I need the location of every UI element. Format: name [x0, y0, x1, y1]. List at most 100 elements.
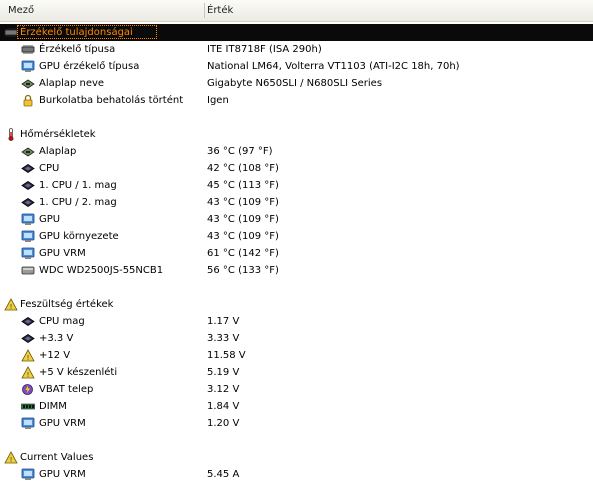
gpu-icon	[21, 60, 35, 73]
list-item[interactable]: DIMM 1.84 V	[0, 398, 593, 415]
section-header[interactable]: Hőmérsékletek	[0, 126, 593, 143]
cpu-icon	[21, 196, 35, 209]
section-title: Current Values	[20, 452, 94, 463]
item-label: 1. CPU / 1. mag	[39, 180, 117, 191]
list-item[interactable]: Alaplap neve Gigabyte N650SLI / N680SLI S…	[0, 75, 593, 92]
sensor-icon	[21, 43, 35, 56]
section-header[interactable]: ! Feszültség értékek	[0, 296, 593, 313]
section-title: Feszültség értékek	[20, 299, 114, 310]
motherboard-icon	[21, 145, 35, 158]
item-label: Érzékelő típusa	[39, 44, 116, 55]
list-item[interactable]: GPU környezete 43 °C (109 °F)	[0, 228, 593, 245]
item-label: Burkolatba behatolás történt	[39, 95, 184, 106]
list-item[interactable]: WDC WD2500JS-55NCB1 56 °C (133 °F)	[0, 262, 593, 279]
item-value: 43 °C (109 °F)	[207, 197, 279, 208]
item-label: +12 V	[39, 350, 71, 361]
lock-icon	[21, 94, 35, 107]
voltage-icon: !	[21, 349, 35, 362]
item-value: 56 °C (133 °F)	[207, 265, 279, 276]
list-item[interactable]: GPU 43 °C (109 °F)	[0, 211, 593, 228]
item-label: 1. CPU / 2. mag	[39, 197, 117, 208]
section-header[interactable]: ! Current Values	[0, 449, 593, 466]
gpu-icon	[21, 213, 35, 226]
item-label: GPU VRM	[39, 418, 86, 429]
hdd-icon	[21, 264, 35, 277]
item-label: +5 V készenléti	[39, 367, 118, 378]
item-value: 42 °C (108 °F)	[207, 163, 279, 174]
item-value: 45 °C (113 °F)	[207, 180, 279, 191]
current-icon: !	[4, 451, 18, 464]
item-value: 1.84 V	[207, 401, 240, 412]
cpu-icon	[21, 315, 35, 328]
list-item[interactable]: GPU VRM 1.20 V	[0, 415, 593, 432]
thermometer-icon	[4, 128, 18, 142]
list-item[interactable]: GPU VRM 61 °C (142 °F)	[0, 245, 593, 262]
list-item[interactable]: ! +5 V készenléti 5.19 V	[0, 364, 593, 381]
item-value: 11.58 V	[207, 350, 246, 361]
sensor-icon	[4, 26, 18, 39]
item-value: 1.17 V	[207, 316, 240, 327]
item-value: 61 °C (142 °F)	[207, 248, 279, 259]
item-label: +3.3 V	[39, 333, 74, 344]
list-item[interactable]: VBAT telep 3.12 V	[0, 381, 593, 398]
item-label: GPU VRM	[39, 248, 86, 259]
item-value: 43 °C (109 °F)	[207, 214, 279, 225]
item-label: DIMM	[39, 401, 67, 412]
column-header: Mező Érték	[0, 0, 593, 22]
battery-icon	[21, 383, 35, 396]
gpu-icon	[21, 230, 35, 243]
item-value: 3.12 V	[207, 384, 240, 395]
motherboard-icon	[21, 77, 35, 90]
list-item[interactable]: Érzékelő típusa ITE IT8718F (ISA 290h)	[0, 41, 593, 58]
item-label: CPU	[39, 163, 60, 174]
list-item[interactable]: GPU érzékelő típusa National LM64, Volter…	[0, 58, 593, 75]
item-label: GPU környezete	[39, 231, 119, 242]
cpu-icon	[21, 332, 35, 345]
list-item[interactable]: GPU VRM 5.45 A	[0, 466, 593, 483]
voltage-icon: !	[21, 366, 35, 379]
list-item[interactable]: Burkolatba behatolás történt Igen	[0, 92, 593, 109]
item-value: 36 °C (97 °F)	[207, 146, 273, 157]
item-value: 43 °C (109 °F)	[207, 231, 279, 242]
column-divider[interactable]	[204, 3, 205, 18]
list-item[interactable]: ! +12 V 11.58 V	[0, 347, 593, 364]
list-item[interactable]: CPU mag 1.17 V	[0, 313, 593, 330]
item-label: VBAT telep	[39, 384, 94, 395]
item-value: 5.45 A	[207, 469, 240, 480]
list-item[interactable]: CPU 42 °C (108 °F)	[0, 160, 593, 177]
memory-icon	[21, 400, 35, 413]
item-label: Alaplap neve	[39, 78, 105, 89]
item-value: National LM64, Volterra VT1103 (ATI-I2C …	[207, 61, 460, 72]
item-label: GPU VRM	[39, 469, 86, 480]
column-value-header[interactable]: Érték	[207, 5, 233, 16]
gpu-icon	[21, 468, 35, 481]
item-value: 3.33 V	[207, 333, 240, 344]
item-value: Gigabyte N650SLI / N680SLI Series	[207, 78, 383, 89]
svg-text:!: !	[10, 456, 13, 464]
section-header[interactable]: Érzékelő tulajdonságai	[0, 24, 593, 41]
list-item[interactable]: 1. CPU / 2. mag 43 °C (109 °F)	[0, 194, 593, 211]
focus-outline	[17, 25, 157, 39]
svg-text:!: !	[10, 303, 13, 311]
item-value: Igen	[207, 95, 229, 106]
list-item[interactable]: Alaplap 36 °C (97 °F)	[0, 143, 593, 160]
item-label: WDC WD2500JS-55NCB1	[39, 265, 164, 276]
item-value: 5.19 V	[207, 367, 240, 378]
cpu-icon	[21, 179, 35, 192]
column-field-header[interactable]: Mező	[8, 5, 34, 16]
list-item[interactable]: 1. CPU / 1. mag 45 °C (113 °F)	[0, 177, 593, 194]
cpu-icon	[21, 162, 35, 175]
section-title: Hőmérsékletek	[20, 129, 96, 140]
gpu-icon	[21, 417, 35, 430]
svg-text:!: !	[27, 371, 30, 379]
list-item[interactable]: +3.3 V 3.33 V	[0, 330, 593, 347]
voltage-icon: !	[4, 298, 18, 311]
item-label: Alaplap	[39, 146, 77, 157]
svg-text:!: !	[27, 354, 30, 362]
item-label: CPU mag	[39, 316, 85, 327]
gpu-icon	[21, 247, 35, 260]
item-value: ITE IT8718F (ISA 290h)	[207, 44, 322, 55]
item-label: GPU	[39, 214, 61, 225]
item-label: GPU érzékelő típusa	[39, 61, 140, 72]
item-value: 1.20 V	[207, 418, 240, 429]
